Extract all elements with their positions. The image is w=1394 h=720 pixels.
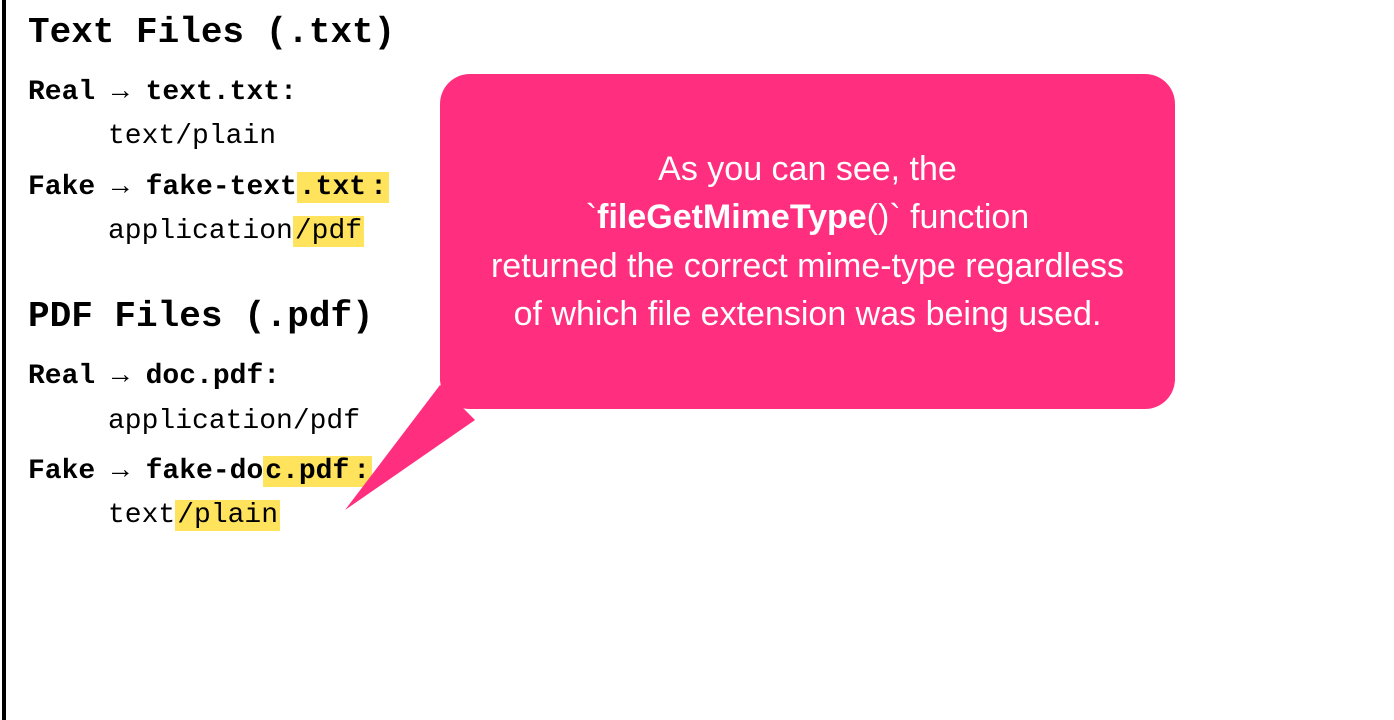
callout-bubble: As you can see, the `fileGetMimeType()` … — [440, 74, 1175, 409]
label-prefix: Real → — [28, 77, 146, 108]
real-pdf-mime: application/pdf — [108, 404, 1028, 440]
filename-ext-hl: .txt — [297, 172, 368, 203]
callout-code-bold: fileGetMimeType — [597, 198, 867, 236]
mime-base: text — [108, 500, 175, 531]
filename-base: fake-do — [146, 456, 264, 487]
filename-base: text — [146, 77, 213, 108]
mime-hl: /pdf — [293, 216, 364, 247]
filename-base: fake-text — [146, 172, 297, 203]
callout-line1: As you can see, the — [658, 150, 957, 188]
heading-text-files: Text Files (.txt) — [28, 10, 1028, 57]
mime-base: application — [108, 216, 293, 247]
fake-pdf-mime: text/plain — [108, 498, 1028, 534]
callout-tick-open: ` — [586, 198, 597, 236]
label-prefix: Fake → — [28, 456, 146, 487]
callout-tick-close: ` — [889, 198, 900, 236]
callout-line2: function — [901, 198, 1030, 236]
mime-base: application/pdf — [108, 406, 360, 437]
callout-code-paren: () — [867, 198, 890, 236]
callout-text: As you can see, the `fileGetMimeType()` … — [480, 145, 1135, 338]
mime-hl: /plain — [175, 500, 280, 531]
fake-pdf-label: Fake → fake-doc.pdf: — [28, 454, 1028, 490]
colon-hl: : — [368, 172, 389, 203]
left-bar — [2, 0, 6, 720]
callout-line3: returned the correct mime-type regardles… — [491, 247, 1124, 333]
label-prefix: Real → — [28, 361, 146, 392]
label-prefix: Fake → — [28, 172, 146, 203]
mime-base: text/plain — [108, 121, 276, 152]
colon: : — [263, 361, 280, 392]
filename-base: doc.pdf — [146, 361, 264, 392]
colon: : — [280, 77, 297, 108]
filename-ext-hl: c.pdf — [263, 456, 351, 487]
filename-ext: .txt — [213, 77, 280, 108]
